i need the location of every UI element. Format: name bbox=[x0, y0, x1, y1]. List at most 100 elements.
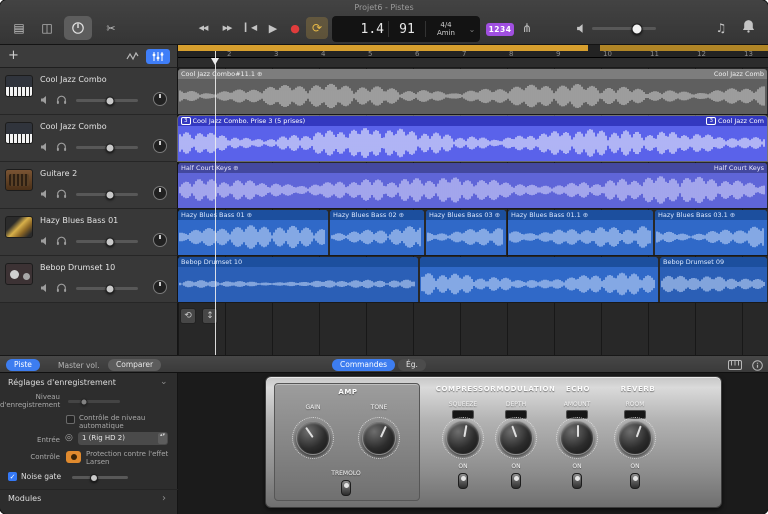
mute-icon[interactable] bbox=[40, 283, 53, 294]
add-track-button[interactable]: + bbox=[8, 49, 19, 62]
echo-switch[interactable] bbox=[572, 473, 582, 489]
lcd-display[interactable]: 1.4 91 4/4 Amin ⌄ bbox=[332, 16, 480, 42]
pan-knob[interactable] bbox=[153, 233, 167, 247]
cycle-region-2[interactable] bbox=[600, 45, 768, 51]
mute-icon[interactable] bbox=[40, 142, 53, 153]
solo-headphones-icon[interactable] bbox=[56, 95, 69, 106]
volume-thumb[interactable] bbox=[105, 237, 115, 246]
rewind-button[interactable]: ◀◀ bbox=[192, 18, 214, 38]
track-volume-slider[interactable] bbox=[76, 237, 138, 246]
solo-headphones-icon[interactable] bbox=[56, 283, 69, 294]
track-volume-slider[interactable] bbox=[76, 96, 138, 105]
browser-icon[interactable]: ◫ bbox=[36, 18, 58, 38]
noise-gate-thumb[interactable] bbox=[90, 473, 99, 482]
solo-headphones-icon[interactable] bbox=[56, 236, 69, 247]
loop-browser-icon[interactable]: ♫ bbox=[714, 20, 728, 36]
playhead-marker[interactable] bbox=[211, 58, 219, 65]
track-volume-slider[interactable] bbox=[76, 190, 138, 199]
noise-gate-slider[interactable] bbox=[72, 473, 128, 482]
go-to-beginning-button[interactable]: ▎◀ bbox=[240, 18, 262, 38]
loop-tool-icon[interactable]: ⟲ bbox=[180, 308, 196, 324]
play-button[interactable]: ▶ bbox=[262, 18, 284, 38]
smart-controls-button[interactable] bbox=[64, 16, 92, 40]
record-button[interactable]: ● bbox=[284, 18, 306, 38]
library-icon[interactable]: ▤ bbox=[8, 18, 30, 38]
track-volume-slider[interactable] bbox=[76, 284, 138, 293]
pan-knob[interactable] bbox=[153, 186, 167, 200]
region-cool-jazz-combo-take[interactable]: 3 Cool Jazz Combo. Prise 3 (5 prises) 3C… bbox=[178, 116, 767, 161]
volume-thumb[interactable] bbox=[105, 96, 115, 105]
solo-headphones-icon[interactable] bbox=[56, 189, 69, 200]
info-icon[interactable] bbox=[752, 360, 763, 371]
pan-knob[interactable] bbox=[153, 280, 167, 294]
notifications-bell-icon[interactable] bbox=[742, 19, 755, 33]
forward-button[interactable]: ▶▶ bbox=[216, 18, 238, 38]
editor-scissors-icon[interactable]: ✂ bbox=[100, 18, 122, 38]
tab-track[interactable]: Piste bbox=[6, 359, 40, 371]
cycle-button[interactable]: ⟳ bbox=[306, 17, 328, 39]
monitor-label: Contrôle bbox=[30, 453, 60, 461]
musical-typing-icon[interactable] bbox=[728, 360, 742, 370]
pan-knob[interactable] bbox=[153, 92, 167, 106]
record-level-thumb[interactable] bbox=[80, 398, 88, 405]
master-volume-thumb[interactable] bbox=[631, 23, 643, 34]
track-row-5[interactable]: Bebop Drumset 10 bbox=[0, 256, 178, 303]
region-half-court-keys[interactable]: Half Court Keys ⊕ Half Court Keys bbox=[178, 163, 767, 208]
tone-knob[interactable] bbox=[358, 417, 400, 459]
lcd-chevron-icon[interactable]: ⌄ bbox=[466, 25, 478, 34]
input-format-icon[interactable]: ◎ bbox=[65, 434, 73, 443]
cycle-region[interactable] bbox=[178, 45, 588, 51]
chevron-down-icon[interactable]: ⌄ bbox=[160, 378, 168, 387]
playhead[interactable] bbox=[215, 51, 216, 355]
mute-icon[interactable] bbox=[40, 95, 53, 106]
region-bebop-drumset-09[interactable]: Bebop Drumset 09 bbox=[660, 257, 767, 302]
region-hazy-blues-bass-01-1[interactable]: Hazy Blues Bass 01.1 ⊕ bbox=[508, 210, 653, 255]
gain-knob[interactable] bbox=[292, 417, 334, 459]
pan-knob[interactable] bbox=[153, 139, 167, 153]
tuning-fork-icon[interactable]: ⋔ bbox=[520, 20, 534, 36]
tab-controls[interactable]: Commandes bbox=[332, 359, 396, 371]
region-bebop-drumset-10[interactable]: Bebop Drumset 10 bbox=[178, 257, 418, 302]
volume-thumb[interactable] bbox=[105, 284, 115, 293]
solo-headphones-icon[interactable] bbox=[56, 142, 69, 153]
input-select[interactable]: 1 (Rig HD 2) ▴▾ bbox=[78, 432, 168, 445]
record-level-slider[interactable] bbox=[68, 398, 120, 405]
auto-level-checkbox[interactable] bbox=[66, 415, 75, 424]
compressor-switch[interactable] bbox=[458, 473, 468, 489]
count-in-badge[interactable]: 1234 bbox=[486, 23, 514, 36]
squeeze-knob[interactable] bbox=[442, 417, 484, 459]
master-volume-slider[interactable] bbox=[592, 23, 656, 34]
room-knob[interactable] bbox=[614, 417, 656, 459]
tab-eq[interactable]: Ég. bbox=[398, 359, 426, 371]
volume-thumb[interactable] bbox=[105, 143, 115, 152]
modulation-switch[interactable] bbox=[511, 473, 521, 489]
take-badge[interactable]: 3 bbox=[181, 117, 191, 125]
track-row-4[interactable]: Hazy Blues Bass 01 bbox=[0, 209, 178, 256]
noise-gate-checkbox[interactable]: ✓ bbox=[8, 472, 17, 481]
chevron-right-icon[interactable]: › bbox=[162, 494, 166, 504]
track-row-3[interactable]: Guitare 2 bbox=[0, 162, 178, 209]
amount-knob[interactable] bbox=[556, 417, 598, 459]
region-hazy-blues-bass-02[interactable]: Hazy Blues Bass 02 ⊕ bbox=[330, 210, 424, 255]
tremolo-switch[interactable] bbox=[341, 480, 351, 496]
region-cool-jazz-combo[interactable]: Cool Jazz Combo#11.1 ⊕ Cool Jazz Comb bbox=[178, 69, 767, 114]
track-row-2[interactable]: Cool Jazz Combo bbox=[0, 115, 178, 162]
mute-icon[interactable] bbox=[40, 236, 53, 247]
volume-thumb[interactable] bbox=[105, 190, 115, 199]
time-ruler[interactable]: 2 3 4 5 6 7 8 9 10 11 12 13 bbox=[178, 45, 768, 58]
region-hazy-blues-bass-03[interactable]: Hazy Blues Bass 03 ⊕ bbox=[426, 210, 506, 255]
track-volume-slider[interactable] bbox=[76, 143, 138, 152]
monitor-badge[interactable] bbox=[66, 451, 81, 463]
compare-button[interactable]: Comparer bbox=[108, 359, 162, 371]
mute-icon[interactable] bbox=[40, 189, 53, 200]
automation-icon[interactable] bbox=[126, 51, 139, 62]
track-row-1[interactable]: Cool Jazz Combo bbox=[0, 68, 178, 115]
region-bebop-drumset-segment[interactable] bbox=[420, 257, 658, 302]
depth-knob[interactable] bbox=[495, 417, 537, 459]
tab-master[interactable]: Master vol. bbox=[58, 361, 100, 370]
region-hazy-blues-bass-03-1[interactable]: Hazy Blues Bass 03.1 ⊕ bbox=[655, 210, 767, 255]
stepper-icon[interactable]: ▴▾ bbox=[158, 433, 167, 444]
reverb-switch[interactable] bbox=[630, 473, 640, 489]
track-display-button[interactable] bbox=[146, 49, 170, 64]
region-hazy-blues-bass-01[interactable]: Hazy Blues Bass 01 ⊕ bbox=[178, 210, 328, 255]
